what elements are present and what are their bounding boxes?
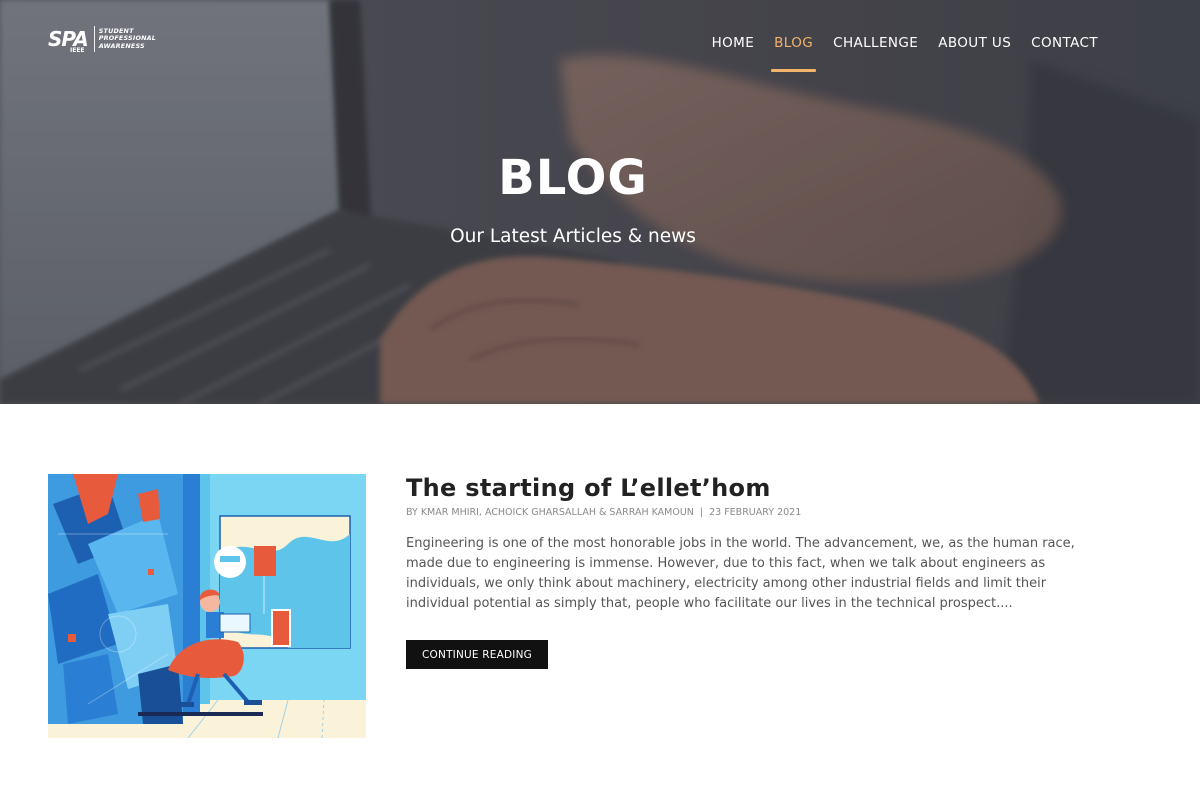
logo-wordmark: STUDENT PROFESSIONAL AWARENESS	[98, 27, 156, 51]
post-date: 23 FEBRUARY 2021	[709, 507, 802, 518]
logo-ieee-text: IEEE	[70, 47, 85, 54]
page-subtitle: Our Latest Articles & news	[450, 226, 696, 247]
hero-banner: SPA IEEE STUDENT PROFESSIONAL AWARENESS …	[0, 0, 1200, 404]
post-illustration	[48, 474, 366, 738]
continue-reading-button[interactable]: CONTINUE READING	[406, 640, 548, 669]
logo-line-3: AWARENESS	[98, 41, 145, 50]
post-title[interactable]: The starting of L’ellet’hom	[406, 474, 771, 502]
nav-item-about-us[interactable]: ABOUT US	[938, 35, 1011, 73]
post-excerpt: Engineering is one of the most honorable…	[406, 536, 1075, 611]
site-logo[interactable]: SPA IEEE STUDENT PROFESSIONAL AWARENESS	[48, 26, 156, 54]
nav-item-blog[interactable]: BLOG	[771, 35, 817, 73]
post-thumbnail[interactable]	[48, 474, 366, 738]
nav-item-challenge[interactable]: CHALLENGE	[833, 35, 918, 73]
main-nav: HOME BLOG CHALLENGE ABOUT US CONTACT	[692, 35, 1098, 73]
page-title: BLOG	[498, 150, 648, 206]
post-meta: BY KMAR MHIRI, ACHOICK GHARSALLAH & SARR…	[406, 507, 801, 518]
logo-mark: SPA IEEE	[48, 29, 89, 54]
nav-item-contact[interactable]: CONTACT	[1031, 35, 1098, 73]
nav-item-home[interactable]: HOME	[712, 35, 755, 73]
post-authors: BY KMAR MHIRI, ACHOICK GHARSALLAH & SARR…	[406, 507, 694, 518]
logo-divider	[93, 26, 95, 52]
post-meta-separator: |	[699, 507, 704, 518]
